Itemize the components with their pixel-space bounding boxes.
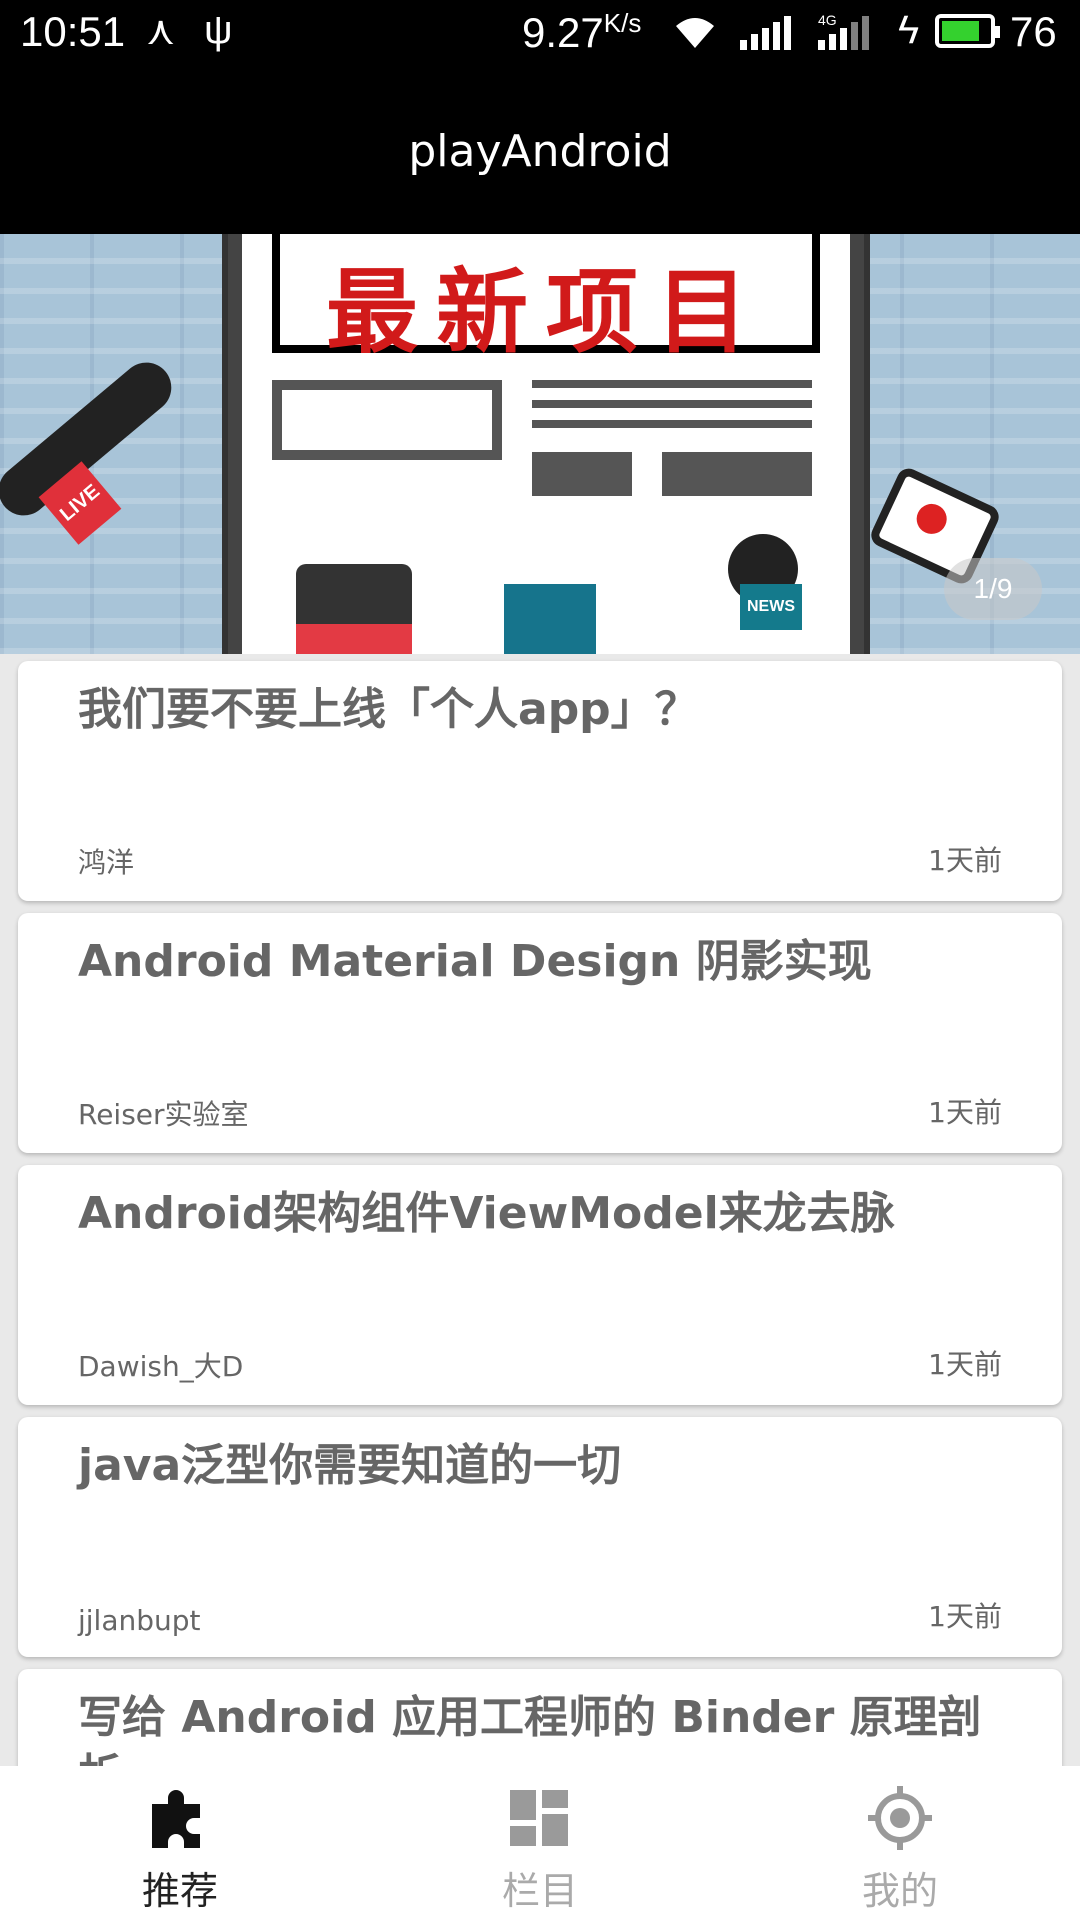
status-bar: 10:51 ⋏ ψ 9.27K/s 4G ϟ 76 [0,0,1080,66]
network-type-label: 4G [818,12,837,28]
signal-4g-icon: 4G [818,12,869,50]
charging-icon: ϟ [898,8,920,52]
network-speed-value: 9.27 [522,9,604,56]
network-speed: 9.27K/s [522,8,641,57]
dashboard-icon [510,1790,568,1846]
article-title: java泛型你需要知道的一切 [78,1440,622,1491]
banner-headline: 最新项目 [325,258,766,366]
signal-icon [740,16,791,50]
network-speed-unit: K/s [603,8,642,38]
article-card[interactable]: java泛型你需要知道的一切 jjlanbupt 1天前 [18,1417,1062,1657]
article-author: Dawish_大D [78,1350,244,1383]
article-time: 1天前 [928,1348,1002,1381]
article-time: 1天前 [928,1600,1002,1633]
location-icon [868,1786,932,1850]
nav-tab-recommend[interactable]: 推荐 [0,1766,360,1920]
battery-level: 76 [1010,8,1057,55]
article-card[interactable]: Android Material Design 阴影实现 Reiser实验室 1… [18,913,1062,1153]
app-bar: playAndroid [0,66,1080,234]
news-tag: NEWS [740,584,802,630]
nav-label-mine: 我的 [861,1869,938,1913]
nav-tab-mine[interactable]: 我的 [720,1766,1080,1920]
article-title: Android Material Design 阴影实现 [78,936,872,987]
article-time: 1天前 [928,1096,1002,1129]
nav-label-columns: 栏目 [501,1869,578,1913]
article-author: jjlanbupt [78,1604,201,1637]
status-time: 10:51 [20,8,126,55]
article-time: 1天前 [928,844,1002,877]
battery-icon [935,14,1000,48]
banner-carousel[interactable]: 最新项目 LIVE NEWS 1/9 [0,234,1080,654]
article-author: 鸿洋 [78,846,135,879]
article-card[interactable]: 写给 Android 应用工程师的 Binder 原理剖析 [18,1669,1062,1766]
article-card[interactable]: Android架构组件ViewModel来龙去脉 Dawish_大D 1天前 [18,1165,1062,1405]
article-title: 写给 Android 应用工程师的 Binder 原理剖析 [78,1692,982,1766]
banner-page-indicator: 1/9 [944,558,1042,620]
article-title: Android架构组件ViewModel来龙去脉 [78,1188,895,1239]
connection-icon: ⋏ [146,9,176,53]
app-title: playAndroid [408,126,672,177]
bottom-navigation: 推荐 栏目 我的 [0,1766,1080,1920]
wifi-icon [676,18,714,48]
article-card[interactable]: 我们要不要上线「个人app」？ 鸿洋 1天前 [18,661,1062,901]
article-author: Reiser实验室 [78,1098,249,1131]
usb-icon: ψ [204,8,233,52]
article-title: 我们要不要上线「个人app」？ [78,684,699,735]
nav-label-recommend: 推荐 [141,1869,218,1913]
nav-tab-columns[interactable]: 栏目 [360,1766,720,1920]
article-list[interactable]: 我们要不要上线「个人app」？ 鸿洋 1天前 Android Material … [0,654,1080,1766]
puzzle-icon [152,1790,200,1848]
